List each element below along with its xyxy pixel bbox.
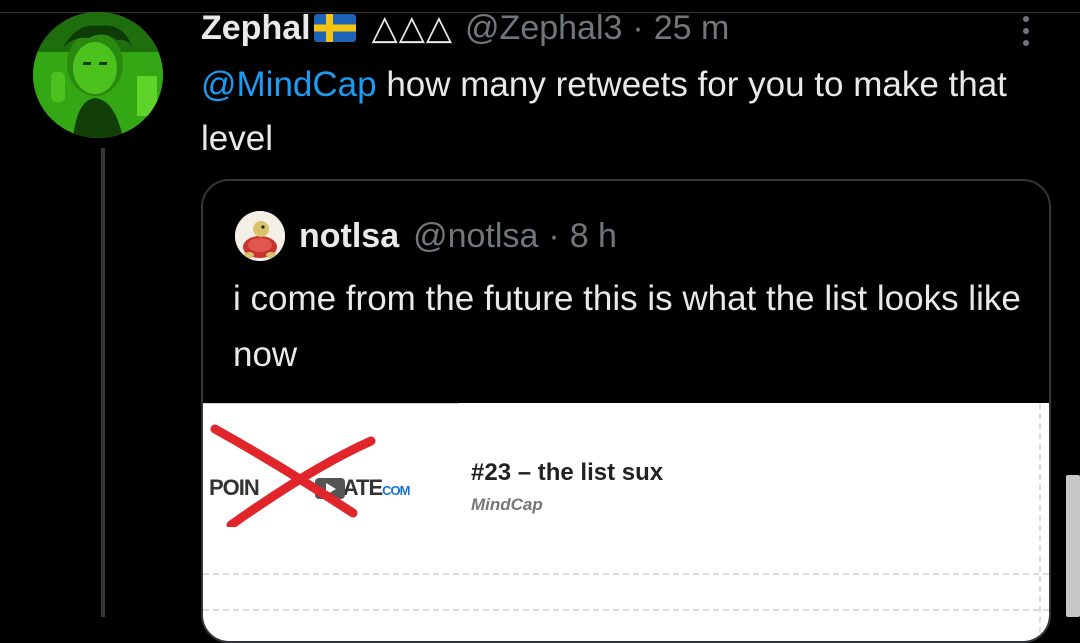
more-dot [1023, 28, 1029, 34]
more-dot [1023, 16, 1029, 22]
quoted-header-separator: · [548, 216, 560, 255]
dashed-divider [203, 573, 1049, 575]
author-avatar[interactable] [33, 12, 163, 138]
more-options-icon[interactable] [1016, 16, 1036, 46]
dashed-divider [1039, 403, 1041, 641]
quoted-tweet-header: notlsa @notlsa · 8 h [299, 213, 617, 259]
tweet-body: @MindCap how many retweets for you to ma… [201, 58, 1021, 166]
dashed-divider [203, 609, 1049, 611]
video-thumbnail: POIN ATECOM [203, 417, 459, 527]
thread-connector-line [101, 148, 105, 617]
quoted-author-handle[interactable]: @notlsa [413, 217, 538, 256]
scrollbar-thumb[interactable] [1066, 475, 1080, 617]
quoted-author-avatar[interactable] [235, 211, 285, 261]
red-cross-out-mark [210, 424, 376, 527]
more-dot [1023, 40, 1029, 46]
sweden-flag-icon [313, 12, 356, 44]
mention-link[interactable]: @MindCap [201, 65, 377, 104]
quoted-tweet-timestamp[interactable]: 8 h [570, 217, 617, 256]
tweet-timestamp[interactable]: 25 m [654, 9, 730, 48]
quoted-author-display-name[interactable]: notlsa [299, 217, 399, 256]
header-separator: · [632, 8, 644, 47]
author-display-name[interactable]: Zephal [201, 9, 311, 48]
quoted-media-image[interactable]: POIN ATECOM #23 – the list sux MindCap [203, 403, 1049, 641]
quoted-tweet-text: i come from the future this is what the … [233, 279, 1021, 374]
name-decoration-triangles: △△△ [371, 9, 454, 47]
quoted-tweet-card[interactable]: notlsa @notlsa · 8 h i come from the fut… [201, 179, 1051, 643]
tweet-header: Zephal △△△ @Zephal3 · 25 m [201, 6, 729, 50]
author-handle[interactable]: @Zephal3 [465, 9, 622, 48]
media-top-rule [203, 403, 459, 404]
embedded-video-author: MindCap [471, 495, 543, 514]
embedded-video-title: #23 – the list sux [471, 459, 664, 486]
